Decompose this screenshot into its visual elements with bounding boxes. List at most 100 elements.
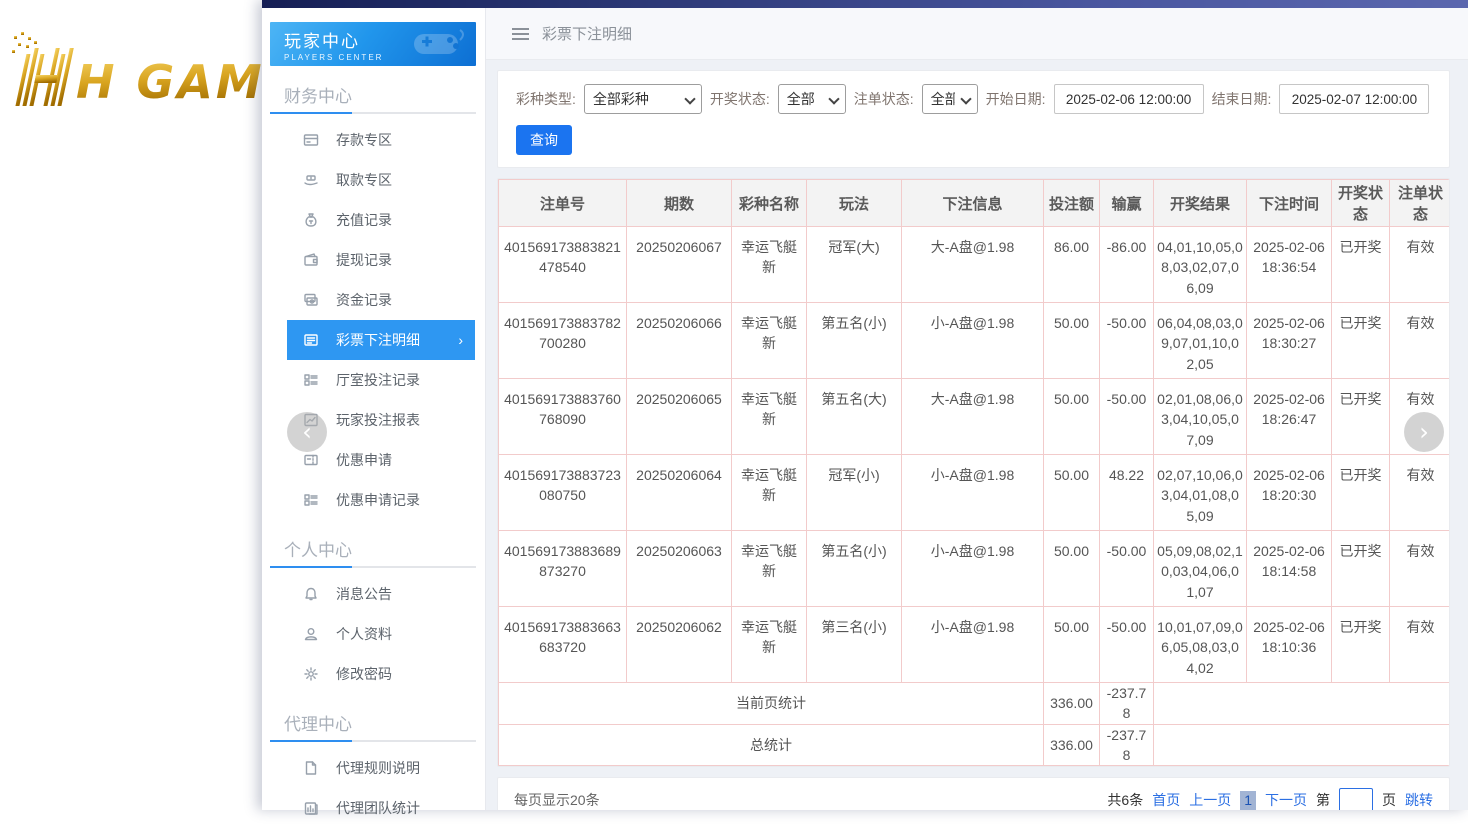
- sidebar-item-withdraw-zone[interactable]: 取款专区: [287, 160, 475, 200]
- prev-page-link[interactable]: 上一页: [1189, 790, 1231, 810]
- sidebar-item-hall-bet-records[interactable]: 厅室投注记录: [287, 360, 475, 400]
- gear-icon: [302, 666, 319, 683]
- sidebar-item-agent-rules[interactable]: 代理规则说明: [287, 748, 475, 788]
- page-prefix-label: 第: [1316, 790, 1330, 810]
- sidebar-item-lottery-bet-details[interactable]: 彩票下注明细 ›: [287, 320, 475, 360]
- table-row: 401569173883782700280 20250206066 幸运飞艇新 …: [499, 303, 1451, 379]
- lottery-type-select[interactable]: 全部彩种: [584, 84, 702, 114]
- sidebar-item-label: 个人资料: [336, 624, 392, 644]
- sidebar-item-label: 代理规则说明: [336, 758, 420, 778]
- sidebar-item-promo-apply-records[interactable]: 优惠申请记录: [287, 480, 475, 520]
- cell-bet-time: 2025-02-06 18:14:58: [1247, 531, 1332, 607]
- sidebar-item-announcements[interactable]: 消息公告: [287, 574, 475, 614]
- current-page-badge[interactable]: 1: [1240, 791, 1256, 810]
- sidebar-item-label: 彩票下注明细: [336, 330, 420, 350]
- top-gradient-strip: [262, 0, 1468, 8]
- table-row: 401569173883723080750 20250206064 幸运飞艇新 …: [499, 455, 1451, 531]
- col-order-status: 注单状态: [1390, 180, 1451, 227]
- first-page-link[interactable]: 首页: [1152, 790, 1180, 810]
- page-summary-amount: 336.00: [1044, 683, 1100, 725]
- end-date-label: 结束日期:: [1212, 89, 1272, 109]
- pagination-bar: 每页显示20条 共6条 首页 上一页 1 下一页 第 页 跳转: [497, 777, 1450, 810]
- sidebar-item-fund-records[interactable]: 资金记录: [287, 280, 475, 320]
- cell-play: 第三名(小): [807, 607, 902, 683]
- gamepad-icon: [410, 26, 468, 64]
- col-period: 期数: [627, 180, 732, 227]
- cell-period: 20250206066: [627, 303, 732, 379]
- sidebar-item-label: 代理团队统计: [336, 798, 420, 818]
- query-button[interactable]: 查询: [516, 125, 572, 155]
- cell-draw-status: 已开奖: [1332, 531, 1390, 607]
- page-summary-row: 当前页统计 336.00 -237.78: [499, 683, 1451, 725]
- page-summary-winloss: -237.78: [1100, 683, 1154, 725]
- cell-lottery: 幸运飞艇新: [732, 455, 807, 531]
- withdraw-hand-icon: [302, 172, 319, 189]
- draw-status-select[interactable]: 全部: [778, 84, 846, 114]
- cell-bet-info: 小-A盘@1.98: [902, 607, 1044, 683]
- sidebar-item-profile[interactable]: 个人资料: [287, 614, 475, 654]
- cell-win-loss: -86.00: [1100, 227, 1154, 303]
- hall-list-icon: [302, 372, 319, 389]
- chevron-right-icon: ›: [458, 332, 463, 348]
- section-title-personal: 个人中心: [284, 536, 471, 561]
- cell-play: 第五名(小): [807, 303, 902, 379]
- sidebar-item-change-password[interactable]: 修改密码: [287, 654, 475, 694]
- cell-order-no: 401569173883821478540: [499, 227, 627, 303]
- coupon-icon: [302, 452, 319, 469]
- cell-bet-info: 大-A盘@1.98: [902, 227, 1044, 303]
- lottery-list-icon: [302, 332, 319, 349]
- content-scroll: 彩种类型: 全部彩种 开奖状态: 全部 注单状态: 全部 开始日期: 结束日期:…: [486, 60, 1468, 810]
- cell-result: 02,01,08,06,03,04,10,05,07,09: [1154, 379, 1247, 455]
- expand-right-arrow-icon[interactable]: ›: [1404, 412, 1444, 452]
- total-summary-empty: [1154, 724, 1451, 766]
- cell-period: 20250206062: [627, 607, 732, 683]
- sidebar-item-withdrawal-records[interactable]: 提现记录: [287, 240, 475, 280]
- cell-amount: 50.00: [1044, 379, 1100, 455]
- deposit-card-icon: [302, 132, 319, 149]
- cell-draw-status: 已开奖: [1332, 455, 1390, 531]
- table-header-row: 注单号 期数 彩种名称 玩法 下注信息 投注额 输赢 开奖结果 下注时间 开奖状…: [499, 180, 1451, 227]
- sidebar-item-deposit-zone[interactable]: 存款专区: [287, 120, 475, 160]
- site-logo: H GAME: [4, 28, 304, 115]
- cell-bet-info: 大-A盘@1.98: [902, 379, 1044, 455]
- sidebar-header: 玩家中心 PLAYERS CENTER: [270, 22, 476, 66]
- table-row: 401569173883821478540 20250206067 幸运飞艇新 …: [499, 227, 1451, 303]
- per-page-label: 每页显示20条: [514, 790, 600, 810]
- next-page-link[interactable]: 下一页: [1265, 790, 1307, 810]
- topbar: 彩票下注明细: [486, 8, 1468, 60]
- cell-win-loss: -50.00: [1100, 607, 1154, 683]
- page-number-input[interactable]: [1339, 788, 1373, 810]
- col-bet-info: 下注信息: [902, 180, 1044, 227]
- order-status-select[interactable]: 全部: [922, 84, 978, 114]
- sidebar-item-agent-team-stats[interactable]: 代理团队统计: [287, 788, 475, 828]
- cell-win-loss: -50.00: [1100, 379, 1154, 455]
- cell-order-no: 401569173883782700280: [499, 303, 627, 379]
- cell-order-status: 有效: [1390, 607, 1451, 683]
- jump-link[interactable]: 跳转: [1405, 790, 1433, 810]
- table-row: 401569173883663683720 20250206062 幸运飞艇新 …: [499, 607, 1451, 683]
- cell-result: 06,04,08,03,09,07,01,10,02,05: [1154, 303, 1247, 379]
- cell-win-loss: -50.00: [1100, 303, 1154, 379]
- cell-play: 第五名(小): [807, 531, 902, 607]
- col-lottery-name: 彩种名称: [732, 180, 807, 227]
- cell-win-loss: -50.00: [1100, 531, 1154, 607]
- col-amount: 投注额: [1044, 180, 1100, 227]
- start-date-input[interactable]: [1054, 84, 1204, 114]
- stats-icon: [302, 800, 319, 817]
- cell-period: 20250206063: [627, 531, 732, 607]
- sidebar-item-label: 优惠申请: [336, 450, 392, 470]
- cell-period: 20250206067: [627, 227, 732, 303]
- hamburger-menu-icon[interactable]: [512, 28, 529, 40]
- col-order-no: 注单号: [499, 180, 627, 227]
- end-date-input[interactable]: [1279, 84, 1429, 114]
- cell-bet-time: 2025-02-06 18:10:36: [1247, 607, 1332, 683]
- page-summary-empty: [1154, 683, 1451, 725]
- sidebar-item-recharge-records[interactable]: 充值记录: [287, 200, 475, 240]
- cell-order-status: 有效: [1390, 303, 1451, 379]
- cell-result: 04,01,10,05,08,03,02,07,06,09: [1154, 227, 1247, 303]
- cell-amount: 50.00: [1044, 607, 1100, 683]
- col-play: 玩法: [807, 180, 902, 227]
- collapse-left-arrow-icon[interactable]: ‹: [287, 412, 327, 452]
- cell-play: 冠军(小): [807, 455, 902, 531]
- sidebar-item-label: 存款专区: [336, 130, 392, 150]
